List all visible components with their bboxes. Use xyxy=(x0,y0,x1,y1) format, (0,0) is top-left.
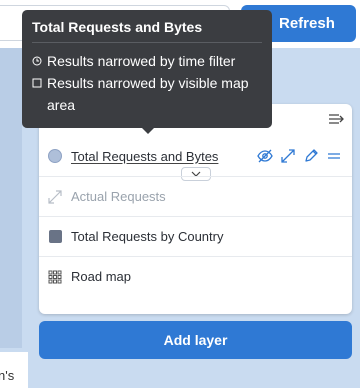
layer-row-road-map[interactable]: Road map xyxy=(39,256,352,296)
clock-icon xyxy=(32,56,42,66)
tooltip-line-text: Results narrowed by visible map area xyxy=(47,75,249,113)
layer-tooltip: Total Requests and Bytes Results narrowe… xyxy=(22,10,272,128)
partial-text: n's xyxy=(0,368,15,383)
tooltip-line-time: Results narrowed by time filter xyxy=(32,50,262,72)
layer-actions xyxy=(257,148,342,164)
layer-label[interactable]: Total Requests by Country xyxy=(71,229,223,244)
drag-handle-icon[interactable] xyxy=(326,148,342,164)
layer-label[interactable]: Road map xyxy=(71,269,131,284)
layer-label[interactable]: Total Requests and Bytes xyxy=(71,149,218,164)
layer-swatch-circle xyxy=(48,149,62,163)
grid-tiles-icon xyxy=(48,270,62,283)
layer-row-requests-by-country[interactable]: Total Requests by Country xyxy=(39,216,352,256)
add-layer-label: Add layer xyxy=(163,332,228,348)
layer-row-actual-requests[interactable]: Actual Requests xyxy=(39,176,352,216)
layer-control-panel: Total Requests and Bytes Actual Requests… xyxy=(39,104,352,314)
tooltip-arrow xyxy=(141,127,155,134)
tooltip-title: Total Requests and Bytes xyxy=(32,19,203,35)
tooltip-divider xyxy=(32,42,262,43)
add-layer-button[interactable]: Add layer xyxy=(39,321,352,359)
layer-swatch-square xyxy=(48,230,62,243)
map-app-view: Refresh n's Total Requests and Bytes Act… xyxy=(0,0,360,388)
tooltip-line-map-area: Results narrowed by visible map area xyxy=(32,72,262,116)
tooltip-line-text: Results narrowed by time filter xyxy=(47,53,236,69)
layer-label[interactable]: Actual Requests xyxy=(71,189,166,204)
map-side-strip xyxy=(0,48,22,348)
eye-closed-icon[interactable] xyxy=(257,148,273,164)
collapse-panel-icon[interactable] xyxy=(328,112,344,126)
fit-to-data-icon[interactable] xyxy=(280,148,296,164)
edit-pencil-icon[interactable] xyxy=(303,148,319,164)
square-bounds-icon xyxy=(32,78,42,88)
line-layer-icon xyxy=(48,189,62,204)
refresh-label: Refresh xyxy=(279,15,335,32)
